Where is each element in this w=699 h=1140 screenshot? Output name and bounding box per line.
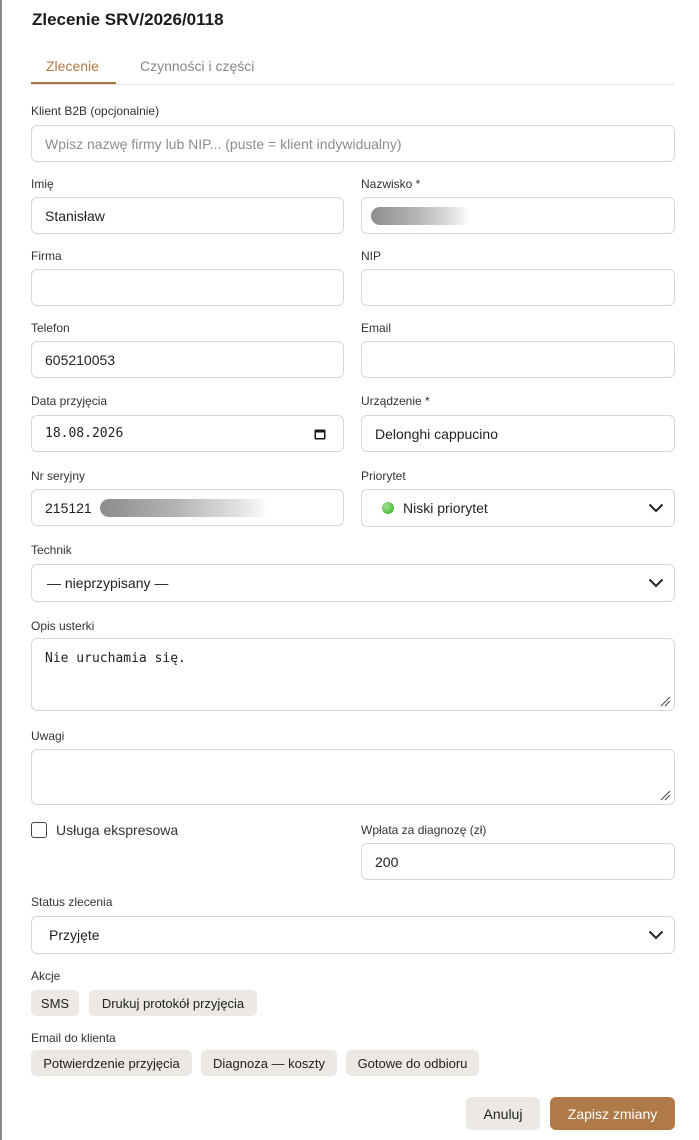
tab-bar: Zlecenie Czynności i części bbox=[31, 54, 675, 85]
notes-label: Uwagi bbox=[31, 729, 65, 743]
priority-dot-icon bbox=[382, 502, 394, 514]
device-input[interactable]: Delonghi cappucino bbox=[361, 415, 675, 452]
client-b2b-placeholder: Wpisz nazwę firmy lub NIP... (puste = kl… bbox=[45, 135, 402, 152]
express-checkbox[interactable] bbox=[31, 822, 47, 838]
fault-value: Nie uruchamia się. bbox=[45, 651, 186, 666]
intake-date-input[interactable]: 18.08.2026 bbox=[31, 415, 344, 452]
company-label: Firma bbox=[31, 249, 62, 263]
redacted-last-name bbox=[371, 207, 471, 225]
phone-input[interactable]: 605210053 bbox=[31, 341, 344, 378]
diagnosis-fee-value: 200 bbox=[375, 853, 399, 870]
sms-button[interactable]: SMS bbox=[31, 990, 79, 1016]
first-name-input[interactable]: Stanisław bbox=[31, 197, 344, 234]
email-ready-for-pickup-button[interactable]: Gotowe do odbioru bbox=[346, 1050, 479, 1076]
priority-value: Niski priorytet bbox=[403, 500, 488, 516]
diagnosis-fee-input[interactable]: 200 bbox=[361, 843, 675, 880]
resize-grip-icon[interactable] bbox=[659, 695, 671, 707]
client-b2b-label: Klient B2B (opcjonalnie) bbox=[31, 104, 160, 118]
actions-label: Akcje bbox=[31, 969, 61, 983]
fault-label: Opis usterki bbox=[31, 619, 95, 633]
email-label: Email bbox=[361, 321, 392, 335]
notes-textarea[interactable] bbox=[31, 749, 675, 805]
calendar-icon[interactable] bbox=[314, 428, 326, 440]
first-name-label: Imię bbox=[31, 177, 54, 191]
intake-date-label: Data przyjęcia bbox=[31, 394, 108, 408]
last-name-input[interactable] bbox=[361, 197, 675, 234]
fault-textarea[interactable]: Nie uruchamia się. bbox=[31, 638, 675, 711]
priority-select[interactable]: Niski priorytet bbox=[361, 489, 675, 527]
cancel-button[interactable]: Anuluj bbox=[466, 1097, 540, 1130]
serial-value: 215121 bbox=[45, 499, 92, 516]
chevron-down-icon bbox=[648, 578, 664, 588]
intake-date-value: 18.08.2026 bbox=[45, 426, 124, 441]
serial-input[interactable]: 215121 bbox=[31, 489, 344, 526]
chevron-down-icon bbox=[648, 930, 664, 940]
serial-label: Nr seryjny bbox=[31, 469, 86, 483]
email-to-client-label: Email do klienta bbox=[31, 1031, 116, 1045]
chevron-down-icon bbox=[648, 503, 664, 513]
company-input[interactable] bbox=[31, 269, 344, 306]
first-name-value: Stanisław bbox=[45, 207, 105, 224]
redacted-serial-suffix bbox=[100, 499, 270, 517]
device-value: Delonghi cappucino bbox=[375, 425, 498, 442]
print-intake-protocol-button[interactable]: Drukuj protokół przyjęcia bbox=[89, 990, 257, 1016]
nip-label: NIP bbox=[361, 249, 382, 263]
window-edge bbox=[0, 0, 2, 1140]
phone-value: 605210053 bbox=[45, 351, 116, 368]
email-input[interactable] bbox=[361, 341, 675, 378]
client-b2b-input[interactable]: Wpisz nazwę firmy lub NIP... (puste = kl… bbox=[31, 125, 675, 162]
dialog-title: Zlecenie SRV/2026/0118 bbox=[32, 10, 224, 29]
priority-label: Priorytet bbox=[361, 469, 406, 483]
tab-zlecenie[interactable]: Zlecenie bbox=[46, 58, 99, 74]
express-label[interactable]: Usługa ekspresowa bbox=[56, 822, 178, 838]
email-diagnosis-costs-button[interactable]: Diagnoza — koszty bbox=[201, 1050, 337, 1076]
status-label: Status zlecenia bbox=[31, 895, 113, 909]
technician-value: — nieprzypisany — bbox=[47, 575, 169, 591]
save-changes-button[interactable]: Zapisz zmiany bbox=[550, 1097, 675, 1130]
status-select[interactable]: Przyjęte bbox=[31, 916, 675, 954]
diagnosis-fee-label: Wpłata za diagnozę (zł) bbox=[361, 823, 487, 837]
technician-select[interactable]: — nieprzypisany — bbox=[31, 564, 675, 602]
email-intake-confirmation-button[interactable]: Potwierdzenie przyjęcia bbox=[31, 1050, 192, 1076]
resize-grip-icon[interactable] bbox=[659, 789, 671, 801]
technician-label: Technik bbox=[31, 543, 72, 557]
device-label: Urządzenie * bbox=[361, 394, 430, 408]
tab-czynnosci-i-czesci[interactable]: Czynności i części bbox=[140, 58, 254, 74]
active-tab-indicator bbox=[31, 82, 116, 84]
phone-label: Telefon bbox=[31, 321, 70, 335]
status-value: Przyjęte bbox=[49, 927, 100, 943]
nip-input[interactable] bbox=[361, 269, 675, 306]
last-name-label: Nazwisko * bbox=[361, 177, 421, 191]
